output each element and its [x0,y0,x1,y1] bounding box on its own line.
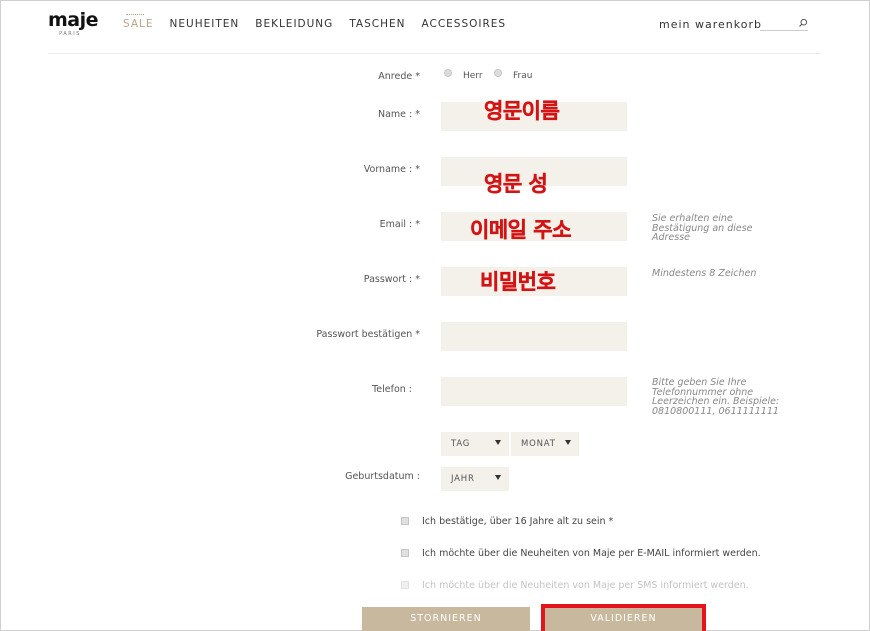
sms-newsletter-label: Ich möchte über die Neuheiten von Maje p… [422,580,749,591]
month-select-value: MONAT [521,439,556,449]
nav-item-neuheiten[interactable]: NEUHEITEN [170,18,240,30]
password-field[interactable] [441,267,627,296]
main-nav: SALE NEUHEITEN BEKLEIDUNG TASCHEN ACCESS… [123,14,522,30]
cancel-button[interactable]: STORNIEREN [362,607,530,631]
password-label: Passwort : * [363,274,420,285]
sms-newsletter-checkbox[interactable] [401,581,409,589]
nav-item-bekleidung[interactable]: BEKLEIDUNG [255,18,333,30]
search-input[interactable] [760,17,808,31]
site-header: maje PARIS SALE NEUHEITEN BEKLEIDUNG TAS… [0,0,870,54]
email-newsletter-label: Ich möchte über die Neuheiten von Maje p… [422,548,761,559]
email-hint: Sie erhalten eine Bestätigung an diese A… [652,213,753,243]
logo-subtitle: PARIS [59,31,81,37]
salutation-label: Anrede * [378,71,420,82]
year-select-value: JAHR [451,474,475,484]
radio-herr-label: Herr [463,71,483,81]
password-confirm-label: Passwort bestätigen * [316,329,420,340]
year-select[interactable]: JAHR [441,467,509,491]
telefon-field[interactable] [441,377,627,406]
age-confirm-label: Ich bestätige, über 16 Jahre alt zu sein… [422,516,614,527]
email-label: Email : * [379,219,420,230]
nav-item-accessoires[interactable]: ACCESSOIRES [421,18,506,30]
radio-herr[interactable] [444,69,452,77]
month-select[interactable]: MONAT [511,432,579,456]
radio-frau[interactable] [494,69,502,77]
chevron-down-icon [495,475,501,480]
age-confirm-checkbox[interactable] [401,517,409,525]
password-confirm-field[interactable] [441,322,627,351]
logo-text: maje [48,9,99,31]
email-field[interactable] [441,212,627,241]
radio-frau-label: Frau [513,71,533,81]
chevron-down-icon [565,440,571,445]
nav-item-sale[interactable]: SALE [123,14,154,30]
header-divider [48,53,821,54]
day-select-value: TAG [451,439,471,449]
telefon-label: Telefon : [372,384,412,395]
birthdate-label: Geburtsdatum : [345,471,420,482]
submit-highlight-box [541,604,706,631]
name-field[interactable] [441,102,627,131]
vorname-field[interactable] [441,157,627,186]
vorname-label: Vorname : * [363,164,420,175]
name-label: Name : * [377,109,420,120]
search-icon[interactable] [798,18,808,28]
cart-link[interactable]: mein warenkorb [659,18,762,31]
email-newsletter-checkbox[interactable] [401,549,409,557]
chevron-down-icon [495,440,501,445]
nav-item-taschen[interactable]: TASCHEN [349,18,405,30]
password-hint: Mindestens 8 Zeichen [652,268,757,279]
telefon-hint: Bitte geben Sie Ihre Telefonnummer ohne … [652,377,780,417]
day-select[interactable]: TAG [441,432,509,456]
page-frame [0,0,870,631]
logo[interactable]: maje PARIS [48,10,100,37]
